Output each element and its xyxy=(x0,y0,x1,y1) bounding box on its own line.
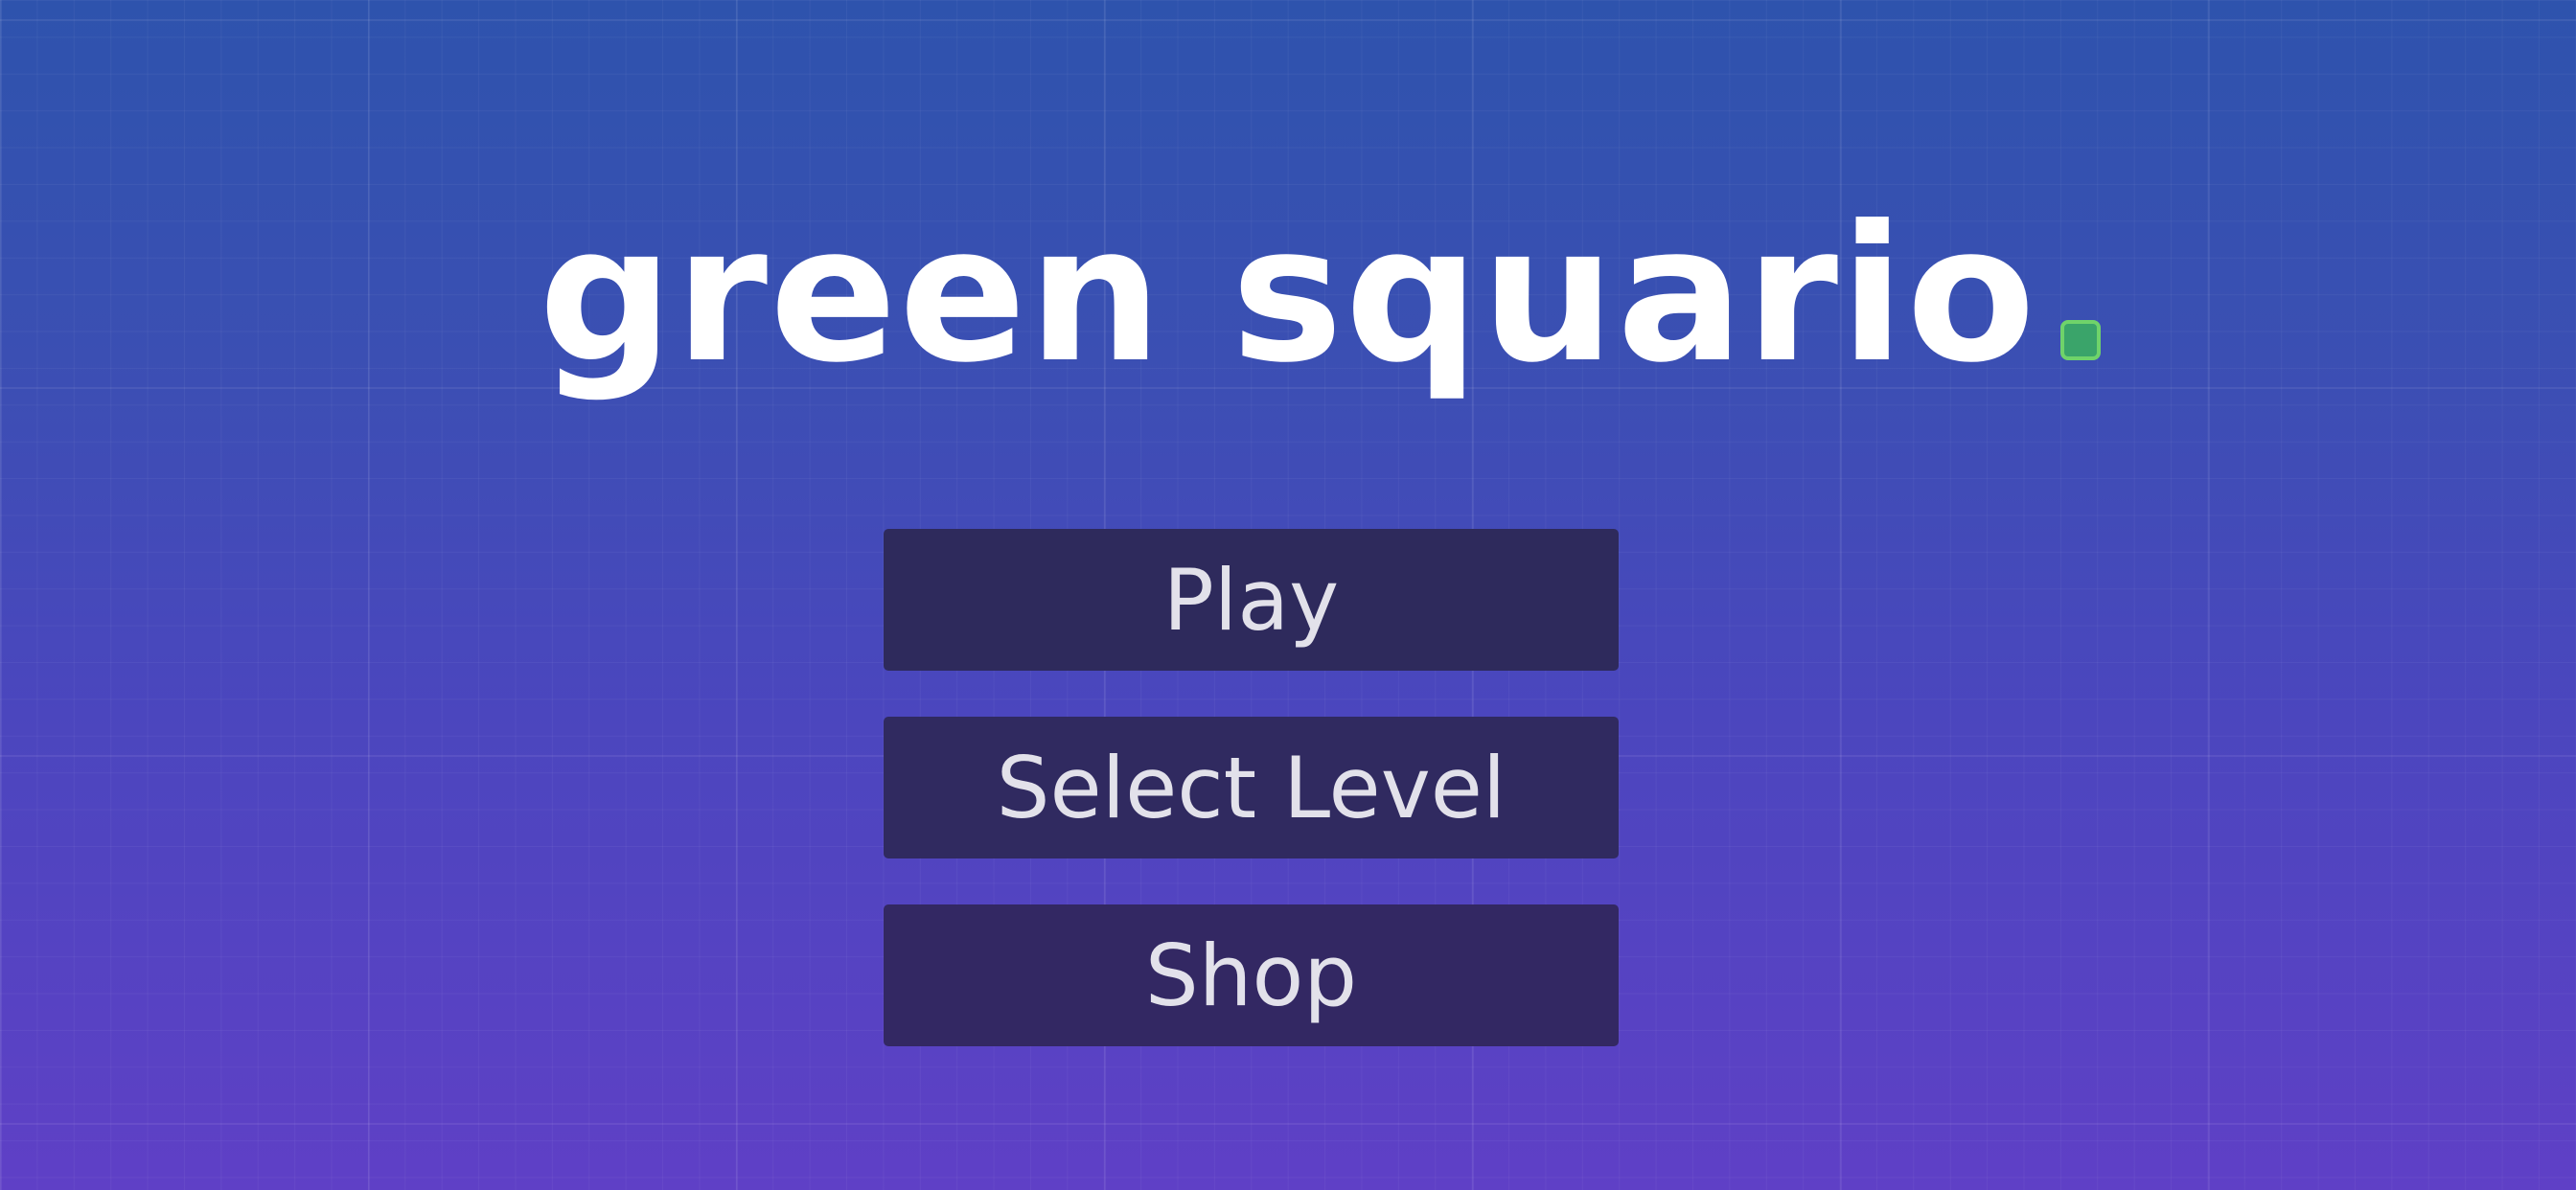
green-square-icon xyxy=(2059,320,2101,360)
game-title: green squario xyxy=(539,201,2101,389)
shop-button[interactable]: Shop xyxy=(884,904,1619,1046)
title-area: green squario xyxy=(0,201,2576,450)
play-button-label: Play xyxy=(1162,550,1340,650)
select-level-button-label: Select Level xyxy=(996,738,1506,837)
select-level-button[interactable]: Select Level xyxy=(884,717,1619,858)
play-button[interactable]: Play xyxy=(884,529,1619,671)
main-menu: Play Select Level Shop xyxy=(884,529,1619,1046)
shop-button-label: Shop xyxy=(1144,926,1358,1025)
game-title-text: green squario xyxy=(539,186,2037,404)
main-menu-screen: green squario Play Select Level Shop xyxy=(0,0,2576,1190)
